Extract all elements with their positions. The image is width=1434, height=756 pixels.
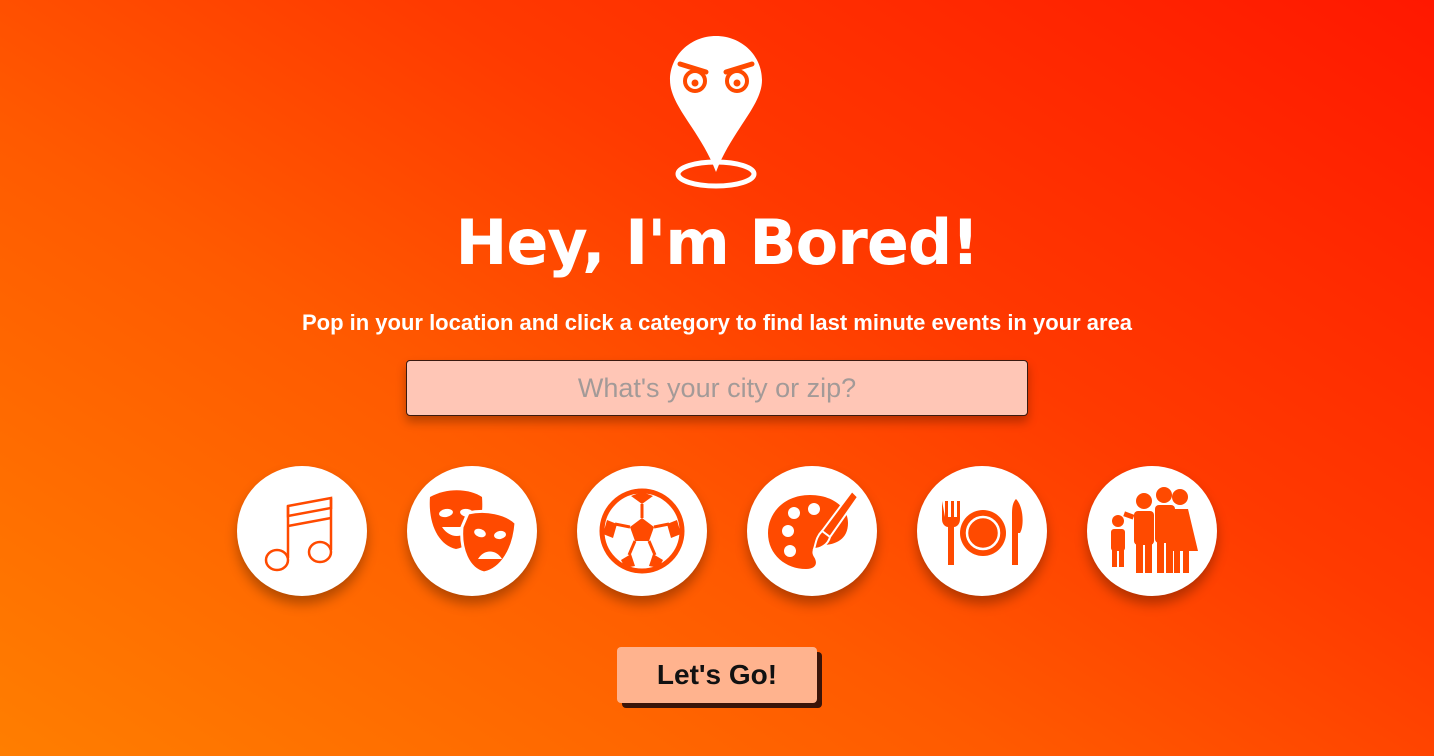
bored-pin-logo-icon [670,36,762,189]
theater-masks-icon [429,490,518,575]
location-search-input[interactable] [406,360,1028,416]
dining-plate-icon [942,499,1023,565]
bored-pin-logo [666,34,766,190]
category-sports-button[interactable] [577,466,707,596]
category-food-button[interactable] [917,466,1047,596]
category-music-button[interactable] [237,466,367,596]
paint-palette-icon [768,489,860,569]
category-family-button[interactable] [1087,466,1217,596]
music-note-icon [264,496,333,572]
family-icon [1111,487,1198,573]
page-title: Hey, I'm Bored! [455,206,979,279]
page-subtitle: Pop in your location and click a categor… [301,310,1133,335]
category-arts-button[interactable] [747,466,877,596]
category-theater-button[interactable] [407,466,537,596]
soccer-ball-icon [599,488,685,574]
lets-go-button[interactable]: Let's Go! [617,647,817,703]
